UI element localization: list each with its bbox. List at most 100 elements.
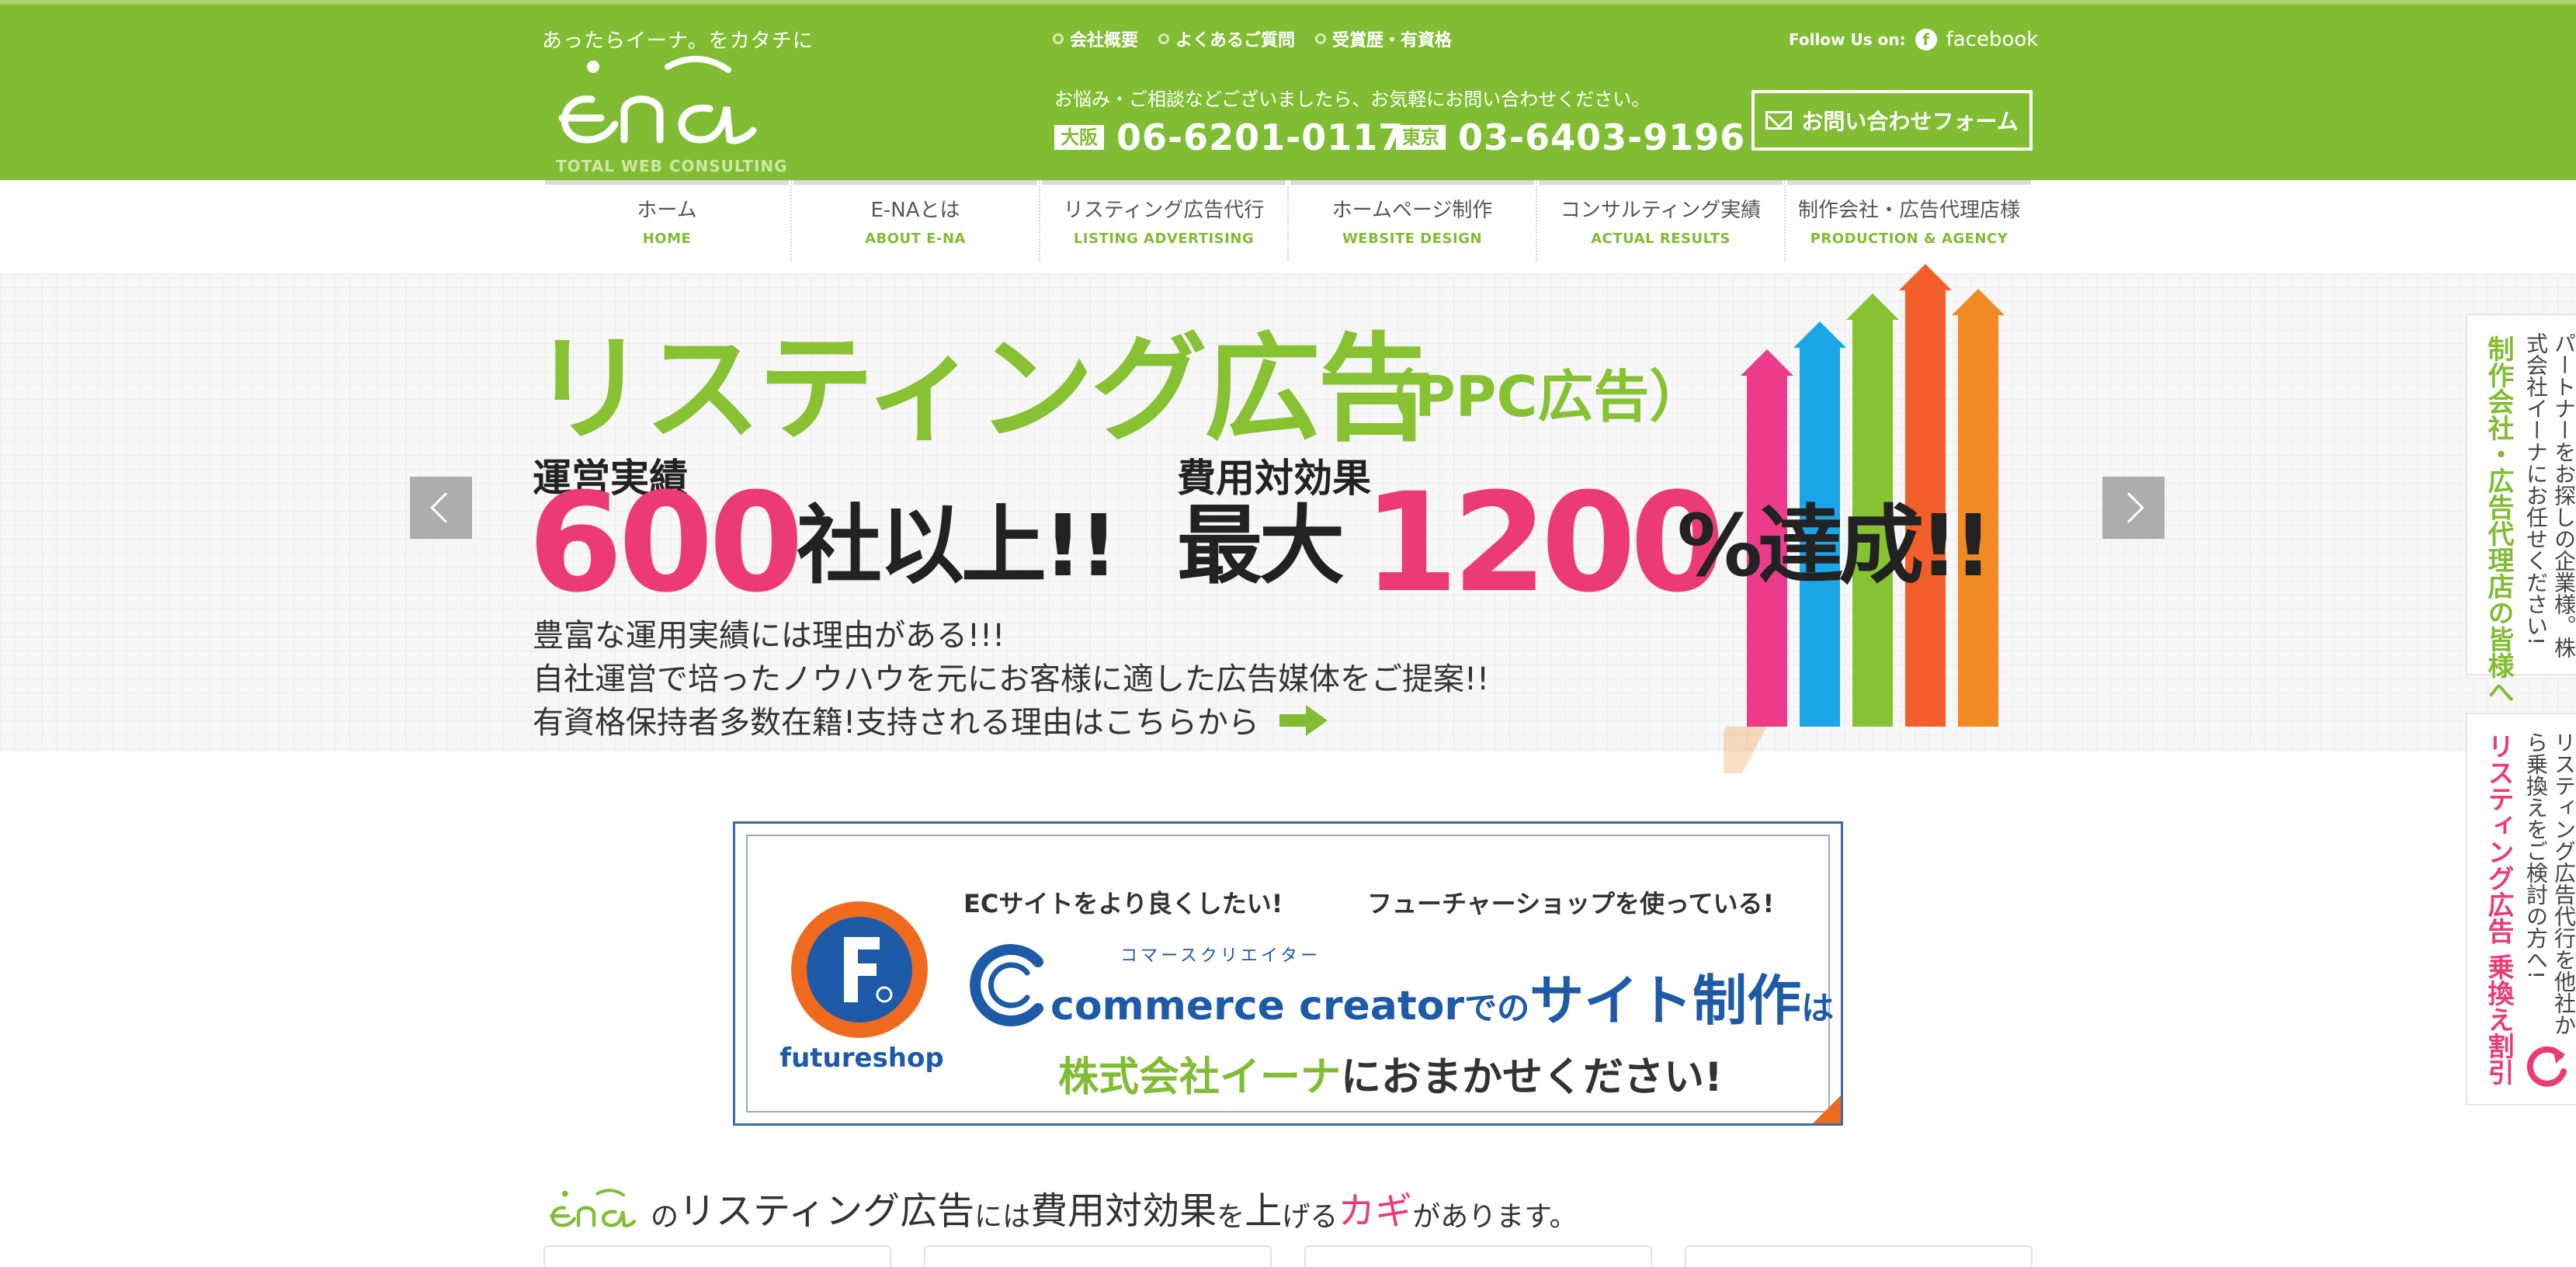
hero-line: 自社運営で培ったノウハウを元にお客様に適した広告媒体をご提案!!: [533, 661, 1490, 697]
contact-notice: お悩み・ご相談などございましたら、お気軽にお問い合わせください。: [1054, 89, 1651, 110]
site-tagline: あったらイーナ。をカタチに: [542, 30, 814, 53]
key-cards: [543, 1245, 2033, 1267]
city-tag: 大阪: [1054, 125, 1104, 150]
site-header: あったらイーナ。をカタチに TOTAL WEB CONSULTING 会社概要 …: [0, 0, 2576, 180]
heading-part: げる: [1282, 1201, 1338, 1233]
key-card[interactable]: [1304, 1245, 1652, 1267]
follow-us: Follow Us on: f facebook: [1789, 28, 2038, 51]
side-tab-text: リスティング広告代行を他社から乗換えをご検討の方へ!: [2523, 731, 2576, 1036]
top-link-company[interactable]: 会社概要: [1053, 26, 1138, 51]
hero-line-link[interactable]: 有資格保持者多数在籍!支持される理由はこちらから: [533, 697, 1259, 742]
nav-label-en: ACTUAL RESULTS: [1591, 231, 1731, 247]
top-link-label: 受賞歴・有資格: [1332, 31, 1453, 50]
top-link-label: よくあるご質問: [1175, 31, 1296, 50]
heading-part: があります。: [1412, 1201, 1578, 1233]
nav-label-jp: リスティング広告代行: [1063, 199, 1265, 222]
main-nav: ホーム HOME E-NAとは ABOUT E-NA リスティング広告代行 LI…: [543, 180, 2033, 261]
percent-text: %達成!!: [1677, 496, 1993, 595]
nav-label-jp: ホームページ制作: [1331, 199, 1493, 222]
banner-de: での: [1464, 989, 1530, 1027]
hero-title-sub: （PPC広告）: [1359, 364, 1706, 429]
nav-item-listing[interactable]: リスティング広告代行 LISTING ADVERTISING: [1039, 180, 1287, 261]
nav-label-jp: E-NAとは: [870, 199, 960, 222]
heading-part: リスティング広告: [679, 1189, 975, 1233]
ena-logo-small-icon: [550, 1189, 637, 1227]
chevron-right-icon: [2113, 492, 2144, 523]
top-link-awards[interactable]: 受賞歴・有資格: [1315, 26, 1452, 51]
nav-item-about[interactable]: E-NAとは ABOUT E-NA: [790, 180, 1039, 261]
hero-bottom-space: [0, 752, 2576, 783]
nav-item-results[interactable]: コンサルティング実績 ACTUAL RESULTS: [1536, 180, 1784, 261]
banner-ha: は: [1801, 989, 1835, 1027]
nav-label-en: PRODUCTION & AGENCY: [1810, 231, 2008, 247]
side-tab-agency[interactable]: 制作会社・広告代理店の皆様へ パートナーをお探しの企業様。株式会社イーナにお任せ…: [2466, 314, 2576, 705]
top-link-faq[interactable]: よくあるご質問: [1158, 26, 1295, 51]
commerce-creator-logo-icon: [970, 944, 1043, 1026]
bullet-icon: [1315, 33, 1327, 44]
slider-next-button[interactable]: [2102, 477, 2165, 539]
banner-rest: におまかせください!: [1341, 1054, 1723, 1101]
contact-form-button[interactable]: お問い合わせフォーム: [1751, 90, 2033, 151]
banner-corner-icon: [1813, 1095, 1841, 1123]
arrow-right-icon[interactable]: [1279, 705, 1328, 736]
heading-part: の: [651, 1201, 679, 1233]
key-card[interactable]: [1685, 1245, 2033, 1267]
companies-number: 600: [528, 463, 804, 623]
heading-part: を: [1217, 1201, 1245, 1233]
heading-part: 費用対効果: [1030, 1189, 1217, 1233]
banner-cc: commerce creator: [1050, 983, 1465, 1029]
futureshop-banner[interactable]: futureshop ECサイトをより良くしたい! フューチャーショップを使って…: [733, 821, 1843, 1126]
ena-logo-icon: [558, 56, 757, 144]
nav-label-en: ABOUT E-NA: [865, 231, 966, 247]
nav-label-en: WEBSITE DESIGN: [1342, 231, 1483, 247]
nav-label-jp: コンサルティング実績: [1560, 199, 1762, 222]
banner-bottom-line: 株式会社イーナにおまかせください!: [1058, 1044, 1723, 1102]
arrow-reflection-5: [1724, 727, 1767, 773]
key-card[interactable]: [543, 1245, 891, 1267]
key-card[interactable]: [924, 1245, 1272, 1267]
nav-label-jp: ホーム: [637, 199, 697, 222]
banner-headline: commerce creatorでのサイト制作は: [1050, 957, 1834, 1036]
phone-tokyo[interactable]: 東京 03-6403-9196: [1396, 116, 1745, 158]
max-text: 最大: [1177, 496, 1345, 595]
facebook-link[interactable]: facebook: [1946, 28, 2039, 51]
facebook-icon[interactable]: f: [1915, 29, 1937, 50]
futureshop-logo-icon: [791, 901, 928, 1038]
phone-osaka[interactable]: 大阪 06-6201-0117: [1054, 116, 1404, 158]
bullet-icon: [1053, 33, 1064, 44]
nav-item-website[interactable]: ホームページ制作 WEBSITE DESIGN: [1287, 180, 1536, 261]
heading-key: カギ: [1338, 1189, 1413, 1233]
logo-subtitle: TOTAL WEB CONSULTING: [556, 157, 788, 175]
label-cost: 費用対効果: [1177, 456, 1371, 501]
side-tab-switch-discount[interactable]: リスティング広告 乗換え割引 リスティング広告代行を他社から乗換えをご検討の方へ…: [2466, 713, 2576, 1106]
side-tab-text: パートナーをお探しの企業様。株式会社イーナにお任せください!: [2523, 332, 2576, 658]
chevron-left-icon: [430, 492, 461, 523]
banner-inner: futureshop ECサイトをより良くしたい! フューチャーショップを使って…: [746, 835, 1834, 1113]
companies-text: 社以上!!: [797, 496, 1118, 595]
slider-prev-button[interactable]: [410, 477, 472, 539]
banner-tag: ECサイトをより良くしたい!: [963, 889, 1283, 918]
side-tab-heading: 制作会社・広告代理店の皆様へ: [2483, 335, 2514, 705]
nav-label-en: HOME: [642, 231, 692, 247]
mail-icon: [1765, 111, 1793, 130]
nav-item-home[interactable]: ホーム HOME: [543, 180, 790, 261]
top-links: 会社概要 よくあるご質問 受賞歴・有資格: [1053, 26, 1452, 51]
contact-button-label: お問い合わせフォーム: [1801, 109, 2019, 134]
phone-number: 06-6201-0117: [1116, 116, 1404, 158]
hero-line: 豊富な運用実績には理由がある!!!: [533, 618, 1005, 654]
percent-number: 1200: [1363, 463, 1725, 623]
arrow-bar-4: [1899, 264, 1952, 727]
hero-title: リスティング広告: [531, 322, 1434, 457]
phone-number: 03-6403-9196: [1458, 116, 1746, 158]
nav-item-agency[interactable]: 制作会社・広告代理店様 PRODUCTION & AGENCY: [1784, 180, 2033, 261]
nav-label-en: LISTING ADVERTISING: [1073, 231, 1255, 247]
refresh-icon: [2526, 1046, 2567, 1087]
banner-tag: フューチャーショップを使っている!: [1367, 889, 1775, 918]
section-heading: のリスティング広告 には 費用対効果を上げる カギ があります。: [543, 1185, 1578, 1234]
heading-part: には: [974, 1201, 1031, 1233]
page-root: あったらイーナ。をカタチに TOTAL WEB CONSULTING 会社概要 …: [0, 0, 2576, 1267]
heading-part: 上: [1245, 1189, 1283, 1233]
bullet-icon: [1158, 33, 1170, 44]
side-tab-heading: リスティング広告 乗換え割引: [2483, 733, 2514, 1085]
top-link-label: 会社概要: [1070, 31, 1139, 50]
